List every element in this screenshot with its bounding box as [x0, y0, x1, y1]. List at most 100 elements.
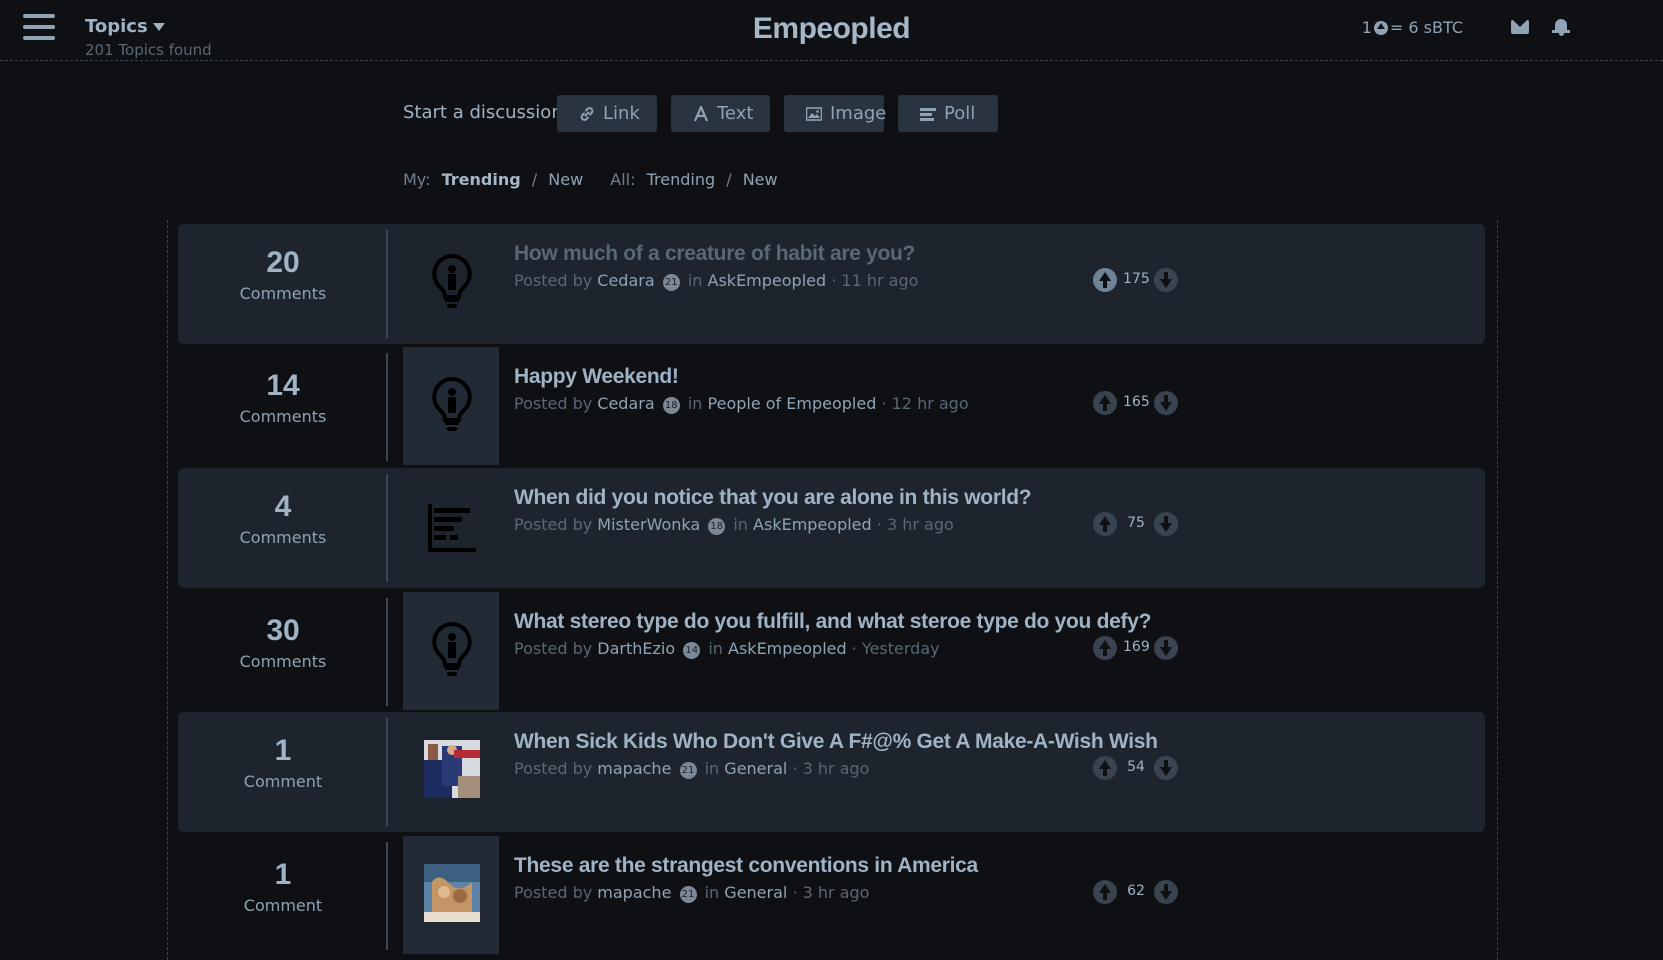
- all-trending-link[interactable]: Trending: [647, 170, 716, 189]
- author-link[interactable]: mapache: [597, 883, 671, 902]
- sort-filters: My: Trending / New All: Trending / New: [403, 170, 784, 189]
- topic-row[interactable]: 1 Comment These are the strangest conven…: [178, 836, 1485, 956]
- text-button[interactable]: Text: [671, 95, 770, 132]
- comment-count[interactable]: 1 Comment: [178, 712, 388, 832]
- community-link[interactable]: General: [724, 759, 787, 778]
- author-link[interactable]: mapache: [597, 759, 671, 778]
- text-button-label: Text: [717, 103, 754, 124]
- topic-row[interactable]: 1 Comment When Sick Kids Who Don't Give …: [178, 712, 1485, 832]
- upvote-icon[interactable]: [1093, 268, 1117, 292]
- topics-dropdown[interactable]: Topics: [85, 16, 165, 37]
- community-link[interactable]: AskEmpeopled: [753, 515, 872, 534]
- vote-score: 62: [1127, 883, 1145, 899]
- vote-widget: 75: [1093, 512, 1193, 538]
- community-link[interactable]: General: [724, 883, 787, 902]
- my-trending-link[interactable]: Trending: [442, 170, 521, 189]
- topic-title[interactable]: When Sick Kids Who Don't Give A F#@% Get…: [514, 730, 1158, 754]
- topics-count: 201 Topics found: [85, 41, 212, 59]
- divider: [386, 598, 388, 706]
- comment-count-label: Comments: [239, 528, 327, 547]
- level-badge: 18: [708, 518, 726, 535]
- topic-title[interactable]: Happy Weekend!: [514, 365, 679, 389]
- topic-meta: Posted by mapache 21 in General · 3 hr a…: [514, 759, 869, 779]
- upvote-icon[interactable]: [1093, 756, 1117, 780]
- community-link[interactable]: People of Empeopled: [708, 394, 877, 413]
- topic-row[interactable]: 14 Comments Happy Weekend! Posted by Ced…: [178, 347, 1485, 467]
- vote-widget: 62: [1093, 880, 1193, 906]
- level-badge: 21: [662, 274, 680, 291]
- topic-row[interactable]: 30 Comments What stereo type do you fulf…: [178, 592, 1485, 712]
- topic-thumbnail[interactable]: [403, 836, 499, 954]
- comment-count[interactable]: 20 Comments: [178, 224, 388, 344]
- topic-thumbnail[interactable]: [403, 592, 499, 710]
- community-link[interactable]: AskEmpeopled: [728, 639, 847, 658]
- comment-count-label: Comments: [239, 652, 327, 671]
- divider: [386, 230, 388, 338]
- community-link[interactable]: AskEmpeopled: [708, 271, 827, 290]
- lightbulb-icon: [432, 376, 472, 431]
- timestamp: · 3 hr ago: [792, 759, 870, 778]
- downvote-icon[interactable]: [1154, 512, 1178, 536]
- bell-icon[interactable]: [1552, 17, 1570, 37]
- comment-count-label: Comments: [239, 284, 327, 303]
- topic-meta: Posted by mapache 21 in General · 3 hr a…: [514, 883, 869, 903]
- upvote-icon[interactable]: [1093, 391, 1117, 415]
- upvote-mini-icon: [1373, 21, 1388, 35]
- lightbulb-icon: [432, 621, 472, 676]
- link-button[interactable]: Link: [557, 95, 657, 132]
- comment-count-number: 30: [266, 614, 300, 647]
- lightbulb-icon: [432, 253, 472, 308]
- divider: [386, 842, 388, 950]
- downvote-icon[interactable]: [1154, 268, 1178, 292]
- comment-count[interactable]: 30 Comments: [178, 592, 388, 712]
- level-badge: 18: [662, 397, 680, 414]
- vote-widget: 169: [1093, 636, 1193, 662]
- upvote-icon[interactable]: [1093, 636, 1117, 660]
- comment-count[interactable]: 1 Comment: [178, 836, 388, 956]
- vote-score: 165: [1123, 394, 1150, 410]
- topic-title[interactable]: These are the strangest conventions in A…: [514, 854, 978, 878]
- photo-thumbnail: [424, 864, 480, 922]
- timestamp: · Yesterday: [851, 639, 940, 658]
- author-link[interactable]: MisterWonka: [597, 515, 700, 534]
- posted-by-label: Posted by: [514, 759, 593, 778]
- downvote-icon[interactable]: [1154, 880, 1178, 904]
- poll-button[interactable]: Poll: [898, 95, 998, 132]
- comment-count-label: Comment: [243, 772, 323, 791]
- topic-thumbnail[interactable]: [403, 712, 499, 830]
- author-link[interactable]: DarthEzio: [597, 639, 675, 658]
- comment-count[interactable]: 14 Comments: [178, 347, 388, 467]
- topic-title[interactable]: What stereo type do you fulfill, and wha…: [514, 610, 1151, 634]
- topic-title[interactable]: When did you notice that you are alone i…: [514, 486, 1032, 510]
- level-badge: 21: [679, 886, 697, 903]
- all-new-link[interactable]: New: [743, 170, 778, 189]
- upvote-icon[interactable]: [1093, 512, 1117, 536]
- vote-widget: 54: [1093, 756, 1193, 782]
- topic-row[interactable]: 20 Comments How much of a creature of ha…: [178, 224, 1485, 344]
- downvote-icon[interactable]: [1154, 756, 1178, 780]
- comment-count[interactable]: 4 Comments: [178, 468, 388, 588]
- topic-thumbnail[interactable]: [403, 468, 499, 586]
- topic-thumbnail[interactable]: [403, 347, 499, 465]
- in-label: in: [687, 394, 703, 413]
- my-new-link[interactable]: New: [548, 170, 583, 189]
- exchange-rate: 1 = 6 sBTC: [1362, 18, 1463, 37]
- topic-meta: Posted by MisterWonka 18 in AskEmpeopled…: [514, 515, 954, 535]
- divider: [386, 474, 388, 582]
- author-link[interactable]: Cedara: [597, 394, 654, 413]
- timestamp: · 3 hr ago: [792, 883, 870, 902]
- mail-icon[interactable]: [1511, 20, 1529, 34]
- topic-title[interactable]: How much of a creature of habit are you?: [514, 242, 915, 266]
- hamburger-menu-icon[interactable]: [23, 14, 55, 43]
- topic-row[interactable]: 4 Comments When did you notice that you …: [178, 468, 1485, 588]
- upvote-icon[interactable]: [1093, 880, 1117, 904]
- author-link[interactable]: Cedara: [597, 271, 654, 290]
- timestamp: · 12 hr ago: [881, 394, 969, 413]
- downvote-icon[interactable]: [1154, 636, 1178, 660]
- image-button[interactable]: Image: [784, 95, 886, 132]
- topics-dropdown-label: Topics: [85, 16, 148, 37]
- posted-by-label: Posted by: [514, 515, 593, 534]
- downvote-icon[interactable]: [1154, 391, 1178, 415]
- vote-widget: 165: [1093, 391, 1193, 417]
- topic-thumbnail[interactable]: [403, 224, 499, 342]
